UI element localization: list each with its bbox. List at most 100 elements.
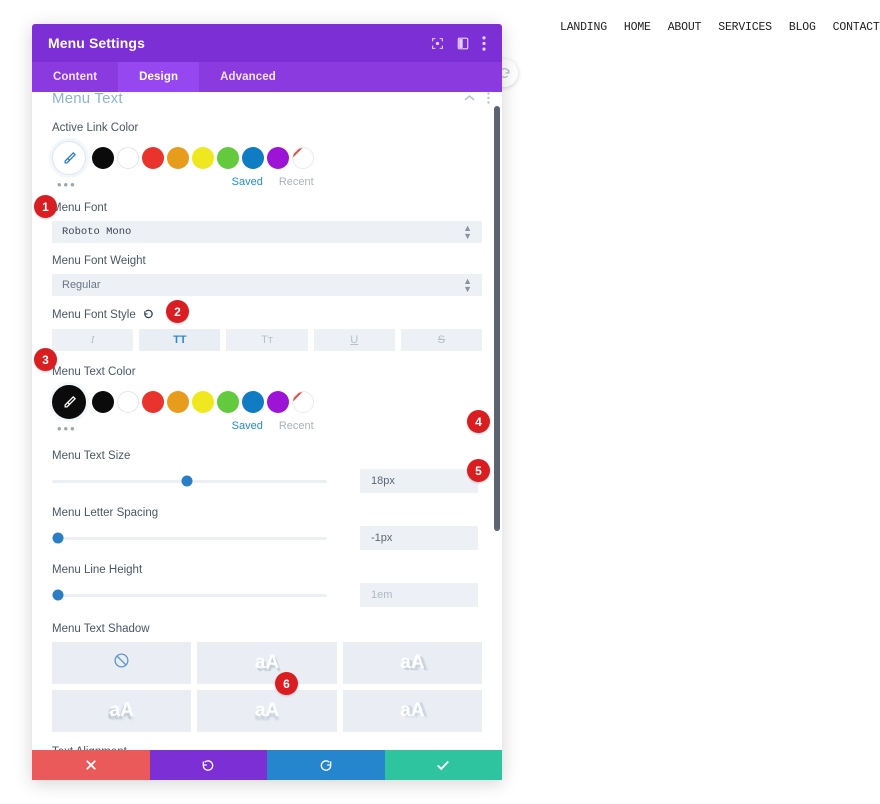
- tab-advanced[interactable]: Advanced: [199, 62, 297, 92]
- slider-knob[interactable]: [52, 589, 63, 601]
- menu-line-height-input[interactable]: 1em: [360, 583, 478, 607]
- saved-colors-link[interactable]: Saved: [232, 420, 263, 432]
- field-menu-text-color: Menu Text Color ••• Saved Recent: [32, 366, 502, 436]
- nav-link-home[interactable]: HOME: [624, 21, 651, 34]
- field-menu-font-weight: Menu Font Weight Regular ▲ ▼: [32, 255, 502, 296]
- nav-link-about[interactable]: ABOUT: [668, 21, 702, 34]
- font-style-uppercase-button[interactable]: TT: [139, 329, 221, 351]
- menu-text-size-slider[interactable]: [52, 470, 327, 492]
- swatch-blue[interactable]: [242, 147, 264, 169]
- vertical-scrollbar[interactable]: [494, 106, 500, 531]
- menu-text-size-input[interactable]: 18px: [360, 469, 478, 493]
- swatch-white[interactable]: [117, 391, 139, 413]
- field-menu-line-height: Menu Line Height 1em: [32, 564, 502, 607]
- shadow-1-option[interactable]: aA: [197, 642, 337, 684]
- fullscreen-icon[interactable]: [431, 37, 444, 50]
- swatch-orange[interactable]: [167, 391, 189, 413]
- swatch-list: [92, 147, 314, 169]
- shadow-3-option[interactable]: aA: [52, 690, 192, 732]
- swatch-blue[interactable]: [242, 391, 264, 413]
- color-picker-button[interactable]: [52, 385, 86, 419]
- split-view-icon[interactable]: [457, 37, 469, 50]
- shadow-none-option[interactable]: [52, 642, 192, 684]
- menu-font-value: Roboto Mono: [62, 226, 132, 238]
- menu-letter-spacing-slider[interactable]: [52, 527, 327, 549]
- close-icon: [85, 760, 96, 770]
- shadow-4-option[interactable]: aA: [197, 690, 337, 732]
- swatch-black[interactable]: [92, 391, 114, 413]
- shadow-preview: aA: [254, 700, 280, 721]
- swatch-red[interactable]: [142, 391, 164, 413]
- no-shadow-icon: [113, 652, 130, 674]
- field-menu-font-style: Menu Font Style I TT Tᴛ U S: [32, 308, 502, 351]
- swatch-yellow[interactable]: [192, 147, 214, 169]
- swatch-orange[interactable]: [167, 147, 189, 169]
- modal-action-bar: [32, 750, 502, 780]
- redo-icon: [320, 760, 332, 771]
- step-badge-3: 3: [34, 348, 57, 371]
- nav-link-landing[interactable]: LANDING: [560, 21, 607, 34]
- field-label: Menu Font: [52, 202, 107, 214]
- swatch-black[interactable]: [92, 147, 114, 169]
- font-style-strikethrough-button[interactable]: S: [400, 329, 483, 351]
- slider-track: [52, 593, 327, 597]
- slider-knob[interactable]: [181, 475, 193, 487]
- swatch-transparent[interactable]: [292, 147, 314, 169]
- slider-knob[interactable]: [52, 532, 63, 544]
- save-button[interactable]: [384, 750, 502, 780]
- shadow-preview: aA: [254, 652, 280, 673]
- reset-icon[interactable]: [143, 308, 154, 322]
- menu-font-select[interactable]: Roboto Mono ▲ ▼: [52, 221, 482, 243]
- saved-colors-link[interactable]: Saved: [232, 176, 263, 188]
- menu-letter-spacing-input[interactable]: -1px: [360, 526, 478, 550]
- section-header-menu-text[interactable]: Menu Text: [32, 92, 502, 110]
- swatch-list: [92, 391, 314, 413]
- font-style-underline-button[interactable]: U: [313, 329, 395, 351]
- menu-font-weight-select[interactable]: Regular ▲ ▼: [52, 274, 482, 296]
- font-style-italic-button[interactable]: I: [52, 329, 134, 351]
- nav-link-services[interactable]: SERVICES: [718, 21, 772, 34]
- swatch-red[interactable]: [142, 147, 164, 169]
- swatch-purple[interactable]: [267, 147, 289, 169]
- section-more-options-icon[interactable]: [487, 92, 490, 104]
- tab-content[interactable]: Content: [32, 62, 118, 92]
- tab-design[interactable]: Design: [118, 62, 200, 92]
- cancel-button[interactable]: [32, 750, 150, 780]
- field-label: Menu Font Weight: [52, 255, 146, 267]
- shadow-5-option[interactable]: aA: [342, 690, 482, 732]
- slider-track: [52, 536, 327, 540]
- more-options-icon[interactable]: [482, 35, 486, 51]
- eyedropper-icon: [64, 395, 76, 407]
- step-badge-1: 1: [34, 195, 57, 218]
- field-label: Active Link Color: [52, 122, 139, 134]
- field-label: Menu Text Size: [52, 450, 131, 462]
- swatch-green[interactable]: [217, 391, 239, 413]
- field-menu-letter-spacing: Menu Letter Spacing -1px: [32, 507, 502, 550]
- swatch-green[interactable]: [217, 147, 239, 169]
- more-colors-dots[interactable]: •••: [57, 421, 77, 436]
- recent-colors-link[interactable]: Recent: [279, 420, 314, 432]
- swatch-yellow[interactable]: [192, 391, 214, 413]
- font-style-smallcaps-button[interactable]: Tᴛ: [226, 329, 308, 351]
- field-label: Menu Text Shadow: [52, 623, 150, 635]
- chevron-updown-icon: ▲ ▼: [463, 276, 472, 294]
- shadow-preview: aA: [400, 652, 425, 673]
- site-navigation: LANDING HOME ABOUT SERVICES BLOG CONTACT: [560, 21, 880, 34]
- more-colors-dots[interactable]: •••: [57, 177, 77, 192]
- font-style-buttons: I TT Tᴛ U S: [52, 329, 483, 351]
- shadow-2-option[interactable]: aA: [342, 642, 482, 684]
- color-picker-button[interactable]: [52, 141, 86, 175]
- recent-colors-link[interactable]: Recent: [279, 176, 314, 188]
- redo-button[interactable]: [267, 750, 385, 780]
- nav-link-contact[interactable]: CONTACT: [833, 21, 880, 34]
- shadow-preview: aA: [109, 700, 134, 721]
- chevron-up-icon[interactable]: [464, 94, 475, 102]
- chevron-updown-icon: ▲ ▼: [463, 223, 472, 241]
- swatch-transparent[interactable]: [292, 391, 314, 413]
- swatch-white[interactable]: [117, 147, 139, 169]
- menu-line-height-slider[interactable]: [52, 584, 327, 606]
- shadow-preview: aA: [400, 700, 425, 721]
- nav-link-blog[interactable]: BLOG: [789, 21, 816, 34]
- undo-button[interactable]: [149, 750, 267, 780]
- swatch-purple[interactable]: [267, 391, 289, 413]
